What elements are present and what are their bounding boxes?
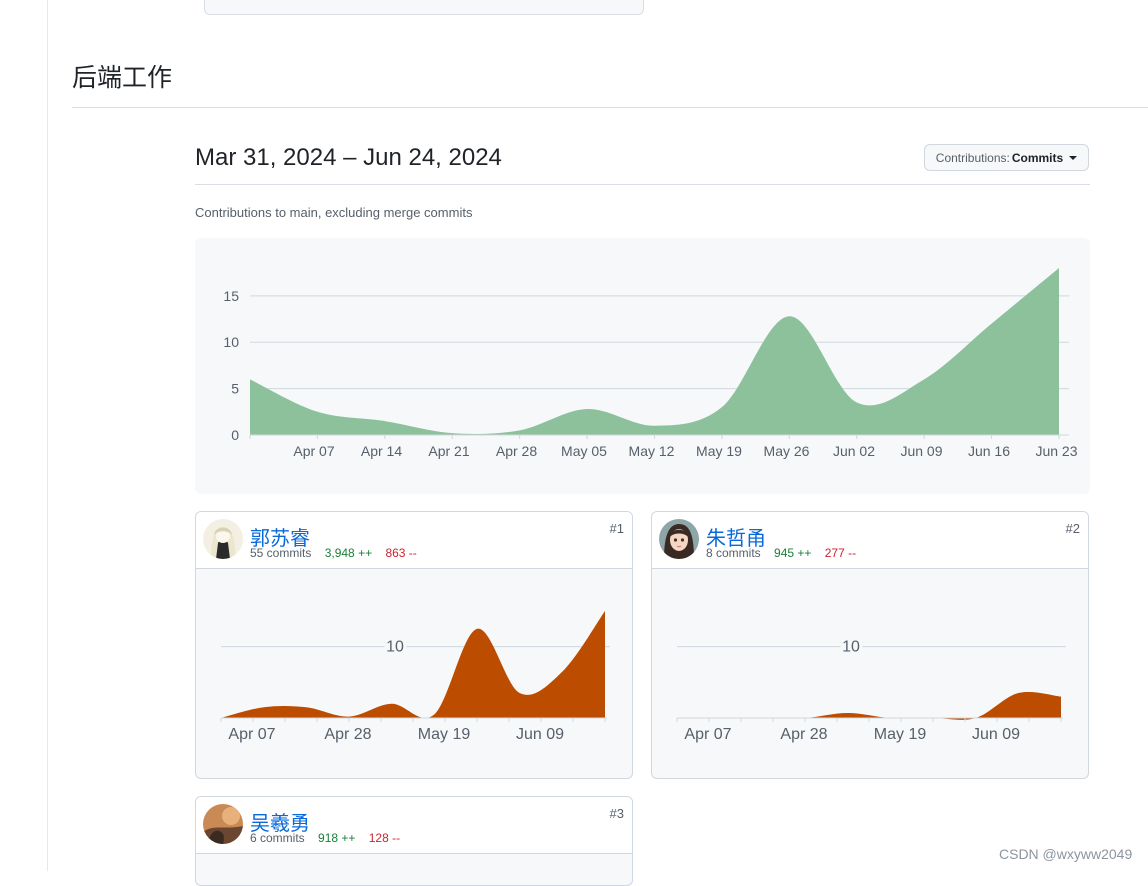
y-tick-label: 10	[842, 639, 860, 656]
x-tick-label: Jun 09	[900, 443, 942, 459]
contributions-label: Contributions:	[935, 150, 1010, 165]
x-tick-label: Apr 21	[428, 443, 469, 459]
series-area	[677, 691, 1061, 720]
contributor-stats: 8 commits 945 ++ 277 --	[706, 546, 856, 560]
section-divider	[72, 107, 1148, 108]
left-border	[47, 0, 48, 871]
x-tick-label: Jun 02	[833, 443, 875, 459]
y-tick-label: 0	[231, 427, 239, 443]
additions-count: 945 ++	[774, 546, 812, 560]
x-tick-label: Jun 23	[1035, 443, 1077, 459]
contributor-card-3: 吴羲勇 6 commits 918 ++ 128 -- #3	[195, 796, 633, 886]
header-divider	[195, 184, 1090, 185]
contributions-value: Commits	[1011, 150, 1064, 165]
y-tick-label: 10	[386, 639, 404, 656]
x-tick-label: May 05	[561, 443, 607, 459]
watermark: CSDN @wxyww2049	[999, 846, 1133, 862]
contributor-rank: #2	[1065, 521, 1080, 536]
avatar[interactable]	[659, 519, 699, 559]
series-area	[221, 611, 605, 719]
contributor-card-1: 郭苏睿 55 commits 3,948 ++ 863 -- #1 10 Apr …	[195, 511, 633, 779]
contributor-card-header: 郭苏睿 55 commits 3,948 ++ 863 -- #1	[196, 512, 632, 569]
additions-count: 918 ++	[318, 831, 356, 845]
x-tick-label: Apr 07	[293, 443, 334, 459]
deletions-count: 277 --	[824, 546, 857, 560]
avatar[interactable]	[203, 519, 243, 559]
contributor-card-2: 朱哲甬 8 commits 945 ++ 277 -- #2 10 Apr 07 A…	[651, 511, 1089, 779]
contributor-rank: #1	[609, 521, 624, 536]
x-tick-label: May 12	[629, 443, 675, 459]
x-tick-label: May 26	[764, 443, 810, 459]
commit-count: 55 commits	[250, 546, 312, 560]
section-title: 后端工作	[72, 64, 173, 92]
contributor-card-header: 吴羲勇 6 commits 918 ++ 128 -- #3	[196, 797, 632, 854]
commit-count: 8 commits	[706, 546, 761, 560]
x-tick-label: Jun 09	[516, 726, 564, 743]
x-tick-label: Apr 28	[780, 726, 827, 743]
previous-card-bottom	[204, 0, 644, 15]
additions-count: 3,948 ++	[324, 546, 373, 560]
y-tick-label: 10	[223, 334, 239, 350]
x-tick-label: May 19	[696, 443, 742, 459]
contributor-rank: #3	[609, 806, 624, 821]
graph-subtitle: Contributions to main, excluding merge c…	[195, 205, 473, 220]
y-tick-label: 15	[223, 288, 239, 304]
deletions-count: 128 --	[368, 831, 401, 845]
main-contribution-chart: 0 5 10 15 Apr 07 Apr 14 Apr 21 Apr 28 May 05 May …	[195, 238, 1090, 494]
contributor-card-header: 朱哲甬 8 commits 945 ++ 277 -- #2	[652, 512, 1088, 569]
contributor-stats: 55 commits 3,948 ++ 863 --	[250, 546, 417, 560]
contributor-chart: 10 Apr 07 Apr 28 May 19 Jun 09	[676, 636, 1066, 743]
x-tick-label: Apr 28	[324, 726, 371, 743]
x-tick-label: Apr 07	[228, 726, 275, 743]
x-tick-label: Jun 16	[968, 443, 1010, 459]
series-area	[250, 268, 1059, 435]
x-tick-label: May 19	[874, 726, 927, 743]
avatar[interactable]	[203, 804, 243, 844]
caret-down-icon	[1069, 155, 1078, 160]
contributor-stats: 6 commits 918 ++ 128 --	[250, 831, 400, 845]
y-tick-label: 5	[231, 381, 239, 397]
commit-count: 6 commits	[250, 831, 305, 845]
contributions-dropdown[interactable]: Contributions: Commits	[924, 144, 1089, 171]
contributor-chart: 10 Apr 07 Apr 28 May 19 Jun 09	[220, 611, 610, 743]
deletions-count: 863 --	[385, 546, 417, 560]
x-tick-label: May 19	[418, 726, 471, 743]
date-range-title: Mar 31, 2024 – Jun 24, 2024	[195, 144, 502, 171]
main-chart-svg: 0 5 10 15 Apr 07 Apr 14 Apr 21 Apr 28 May 05 May …	[223, 268, 1078, 459]
x-tick-label: Apr 07	[684, 726, 731, 743]
x-tick-label: Apr 14	[361, 443, 402, 459]
x-tick-label: Jun 09	[972, 726, 1020, 743]
x-tick-label: Apr 28	[496, 443, 537, 459]
